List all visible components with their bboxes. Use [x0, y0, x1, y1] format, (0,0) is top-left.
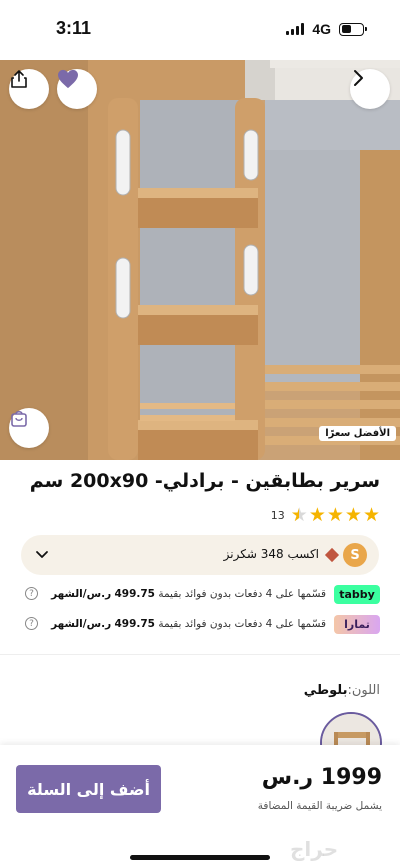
loyalty-logo: S [343, 543, 367, 567]
color-value: بلوطي [303, 683, 348, 698]
chevron-right-icon [354, 70, 363, 86]
favorite-button[interactable] [57, 69, 97, 109]
loyalty-text: اكسب 348 شكرنز [223, 547, 319, 561]
quick-add-cart-button[interactable] [9, 408, 49, 448]
star-icon: ★ [344, 504, 362, 526]
home-indicator[interactable] [130, 855, 270, 860]
tabby-logo: tabby [334, 585, 380, 604]
review-count: 13 [270, 509, 285, 522]
add-to-cart-button[interactable]: أضف إلى السلة [16, 765, 161, 813]
star-icon: ★ [308, 504, 326, 526]
product-price: 1999 ر.س [261, 765, 382, 790]
chevron-down-icon[interactable] [35, 546, 49, 564]
product-rating[interactable]: 13 ★ ★ ★ ★ ★ [270, 504, 380, 526]
status-indicators: 4G [286, 21, 367, 37]
info-icon[interactable]: ? [25, 587, 38, 600]
loyalty-points-banner[interactable]: S اكسب 348 شكرنز [21, 535, 379, 575]
color-selection-label: اللون:بلوطي [304, 683, 380, 698]
star-icon: ★ [326, 504, 344, 526]
color-label: اللون: [347, 683, 380, 698]
info-icon[interactable]: ? [25, 617, 38, 630]
installment-text: قسّمها على 4 دفعات بدون فوائد بقيمة 499.… [51, 618, 326, 630]
bunk-bed-illustration [0, 60, 400, 460]
diamond-icon [324, 547, 340, 563]
signal-icon [286, 23, 305, 35]
star-half-icon: ★ [291, 506, 308, 526]
shopping-bag-icon [11, 410, 27, 427]
purchase-bar: أضف إلى السلة 1999 ر.س يشمل ضريبة القيمة… [0, 745, 400, 867]
installment-tabby[interactable]: tabby قسّمها على 4 دفعات بدون فوائد بقيم… [25, 584, 380, 606]
star-icon: ★ [362, 504, 380, 526]
tamara-logo: تمارا [334, 615, 380, 634]
rating-stars: ★ ★ ★ ★ ★ [291, 504, 380, 526]
product-title: سرير بطابقين - برادلي- 200x90 سم [29, 470, 380, 492]
share-button[interactable] [9, 69, 49, 109]
installment-tamara[interactable]: تمارا قسّمها على 4 دفعات بدون فوائد بقيم… [25, 614, 380, 636]
vat-note: يشمل ضريبة القيمة المضافة [257, 800, 382, 812]
haraj-watermark: حراج [290, 837, 339, 861]
network-label: 4G [312, 21, 331, 37]
heart-icon [58, 69, 78, 89]
share-icon [11, 70, 27, 88]
divider [0, 654, 400, 655]
product-image[interactable]: الأفضل سعرًا [0, 60, 400, 460]
best-price-badge: الأفضل سعرًا [319, 426, 396, 441]
status-time: 3:11 [56, 18, 92, 38]
battery-icon [339, 22, 367, 36]
installment-text: قسّمها على 4 دفعات بدون فوائد بقيمة 499.… [51, 588, 326, 600]
status-bar: 3:11 4G [0, 0, 400, 60]
next-image-button[interactable] [350, 69, 390, 109]
